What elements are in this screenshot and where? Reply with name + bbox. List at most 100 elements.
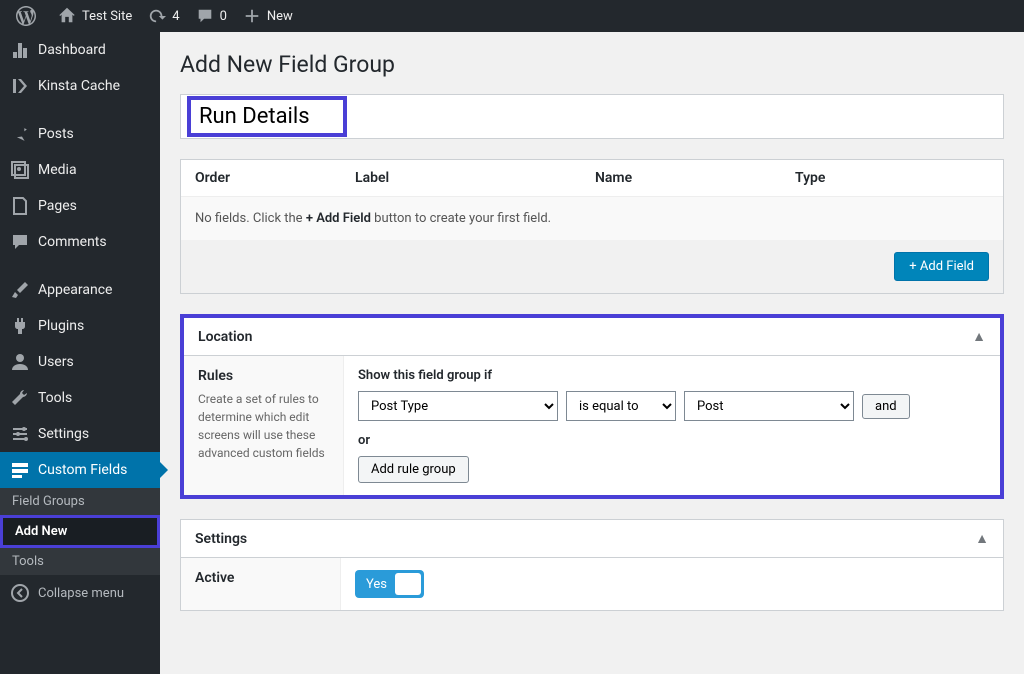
label: Custom Fields <box>38 462 127 478</box>
label: Dashboard <box>38 42 106 58</box>
collapse-toggle-icon[interactable]: ▲ <box>972 328 986 345</box>
user-icon <box>10 352 30 372</box>
label: Kinsta Cache <box>38 78 120 94</box>
kinsta-icon <box>10 76 30 96</box>
submenu-custom-fields: Field Groups Add New Tools <box>0 488 160 575</box>
fields-table-header: Order Label Name Type <box>181 160 1003 197</box>
col-label: Label <box>355 170 595 186</box>
label: Tools <box>38 390 72 406</box>
rule-operator-select[interactable]: is equal to <box>566 391 676 421</box>
menu-kinsta[interactable]: Kinsta Cache <box>0 68 160 104</box>
collapse-icon <box>10 583 30 603</box>
submenu-field-groups[interactable]: Field Groups <box>0 488 160 515</box>
title-highlight <box>187 96 347 137</box>
toggle-label: Yes <box>358 577 395 592</box>
add-field-row: + Add Field <box>181 240 1003 293</box>
menu-dashboard[interactable]: Dashboard <box>0 32 160 68</box>
settings-side: Active <box>181 558 341 610</box>
label: Media <box>38 162 77 178</box>
label: Location <box>198 329 252 345</box>
new-content[interactable]: New <box>235 0 301 32</box>
show-if-label: Show this field group if <box>358 368 986 383</box>
add-rule-group-button[interactable]: Add rule group <box>358 456 469 483</box>
admin-sidebar: Dashboard Kinsta Cache Posts Media Pages… <box>0 32 160 674</box>
col-type: Type <box>795 170 989 186</box>
rule-param-select[interactable]: Post Type <box>358 391 558 421</box>
txt: No fields. Click the <box>195 211 306 226</box>
home-icon <box>58 7 76 25</box>
settings-panel: Settings ▲ Active Yes <box>180 519 1004 611</box>
label: Pages <box>38 198 77 214</box>
active-heading: Active <box>195 570 326 586</box>
active-toggle[interactable]: Yes <box>355 570 424 598</box>
menu-pages[interactable]: Pages <box>0 188 160 224</box>
settings-header[interactable]: Settings ▲ <box>181 520 1003 558</box>
sliders-icon <box>10 424 30 444</box>
label: Comments <box>38 234 107 250</box>
collapse-toggle-icon[interactable]: ▲ <box>975 530 989 547</box>
site-name[interactable]: Test Site <box>50 0 140 32</box>
group-title-wrap <box>180 94 1004 139</box>
menu-appearance[interactable]: Appearance <box>0 272 160 308</box>
submenu-tools[interactable]: Tools <box>0 548 160 575</box>
dashboard-icon <box>10 40 30 60</box>
main-content: Add New Field Group Order Label Name Typ… <box>160 32 1024 674</box>
menu-posts[interactable]: Posts <box>0 116 160 152</box>
plus-icon <box>243 7 261 25</box>
fields-panel: Order Label Name Type No fields. Click t… <box>180 159 1004 294</box>
brush-icon <box>10 280 30 300</box>
col-name: Name <box>595 170 795 186</box>
admin-bar: Test Site 4 0 New <box>0 0 1024 32</box>
fields-icon <box>10 460 30 480</box>
wordpress-icon <box>16 6 36 26</box>
label: Appearance <box>38 282 112 298</box>
collapse-menu[interactable]: Collapse menu <box>0 575 160 611</box>
toggle-knob <box>395 573 421 595</box>
txt: button to create your first field. <box>371 211 551 226</box>
menu-custom-fields[interactable]: Custom Fields <box>0 452 160 488</box>
rules-desc: Create a set of rules to determine which… <box>198 390 329 462</box>
site-label: Test Site <box>82 9 132 24</box>
wp-logo[interactable] <box>8 0 50 32</box>
add-field-button[interactable]: + Add Field <box>894 252 989 281</box>
menu-media[interactable]: Media <box>0 152 160 188</box>
or-label: or <box>358 433 986 448</box>
menu-plugins[interactable]: Plugins <box>0 308 160 344</box>
label: Posts <box>38 126 74 142</box>
bold: + Add Field <box>306 211 371 226</box>
settings-content: Yes <box>341 558 1003 610</box>
comments-count: 0 <box>220 9 227 24</box>
rules-heading: Rules <box>198 368 329 384</box>
location-header[interactable]: Location ▲ <box>184 318 1000 356</box>
menu-comments[interactable]: Comments <box>0 224 160 260</box>
menu-tools[interactable]: Tools <box>0 380 160 416</box>
updates-count: 4 <box>172 9 179 24</box>
submenu-add-new[interactable]: Add New <box>0 515 160 548</box>
comment-icon <box>196 7 214 25</box>
and-button[interactable]: and <box>862 394 910 419</box>
label: Users <box>38 354 74 370</box>
rule-row: Post Type is equal to Post and <box>358 391 986 421</box>
location-side: Rules Create a set of rules to determine… <box>184 356 344 495</box>
refresh-icon <box>148 7 166 25</box>
col-order: Order <box>195 170 355 186</box>
label: Collapse menu <box>38 586 124 601</box>
label: Settings <box>195 531 247 547</box>
rule-value-select[interactable]: Post <box>684 391 854 421</box>
plug-icon <box>10 316 30 336</box>
wrench-icon <box>10 388 30 408</box>
active-arrow <box>160 462 168 478</box>
menu-users[interactable]: Users <box>0 344 160 380</box>
group-title-input[interactable] <box>197 100 337 133</box>
label: Plugins <box>38 318 84 334</box>
comment-icon <box>10 232 30 252</box>
label: Settings <box>38 426 89 442</box>
page-icon <box>10 196 30 216</box>
menu-settings[interactable]: Settings <box>0 416 160 452</box>
location-panel: Location ▲ Rules Create a set of rules t… <box>180 314 1004 499</box>
new-label: New <box>267 9 293 24</box>
comments-bar[interactable]: 0 <box>188 0 235 32</box>
location-content: Show this field group if Post Type is eq… <box>344 356 1000 495</box>
updates[interactable]: 4 <box>140 0 187 32</box>
media-icon <box>10 160 30 180</box>
